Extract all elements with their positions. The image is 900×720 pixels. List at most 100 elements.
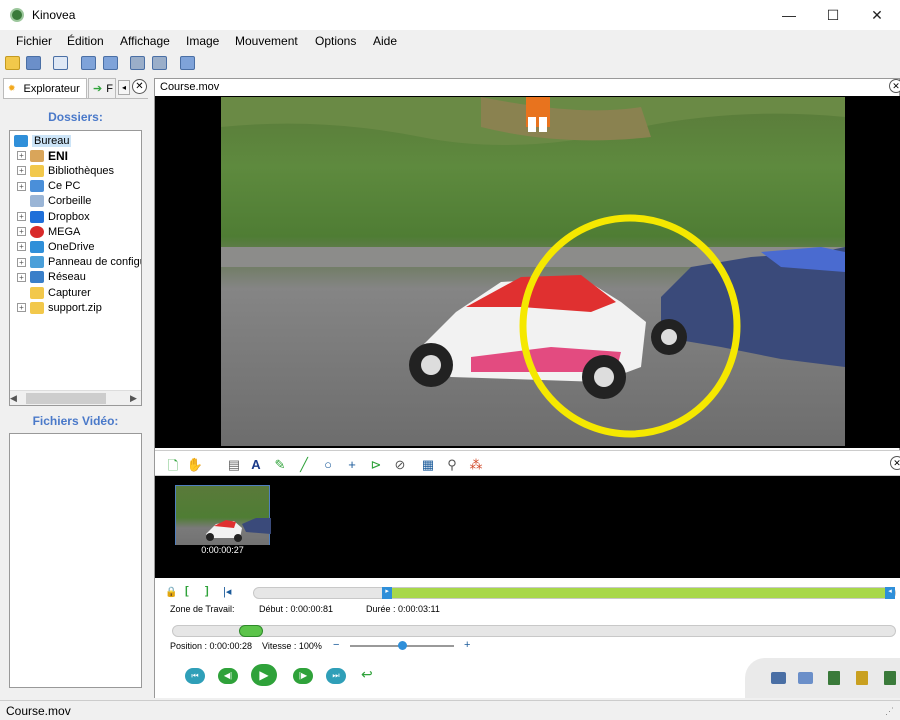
work-zone-track[interactable]: ▸ ◂: [253, 587, 896, 599]
expand-icon[interactable]: +: [17, 257, 26, 267]
tree-horizontal-scrollbar[interactable]: ◀ ▶: [10, 390, 141, 405]
layout-single-icon[interactable]: [53, 56, 68, 70]
position-label: Position : 0:00:00:28: [170, 641, 253, 651]
expand-icon[interactable]: +: [17, 212, 26, 221]
tab-explorateur[interactable]: ✹ Explorateur: [3, 78, 87, 98]
swap-screens-icon[interactable]: [180, 56, 195, 70]
save-video-icon[interactable]: [828, 671, 840, 685]
dual-capture-icon[interactable]: [152, 56, 167, 70]
resize-grip-icon[interactable]: ⋰: [885, 706, 894, 717]
angle-tool-icon[interactable]: ⊳: [367, 457, 385, 473]
tree-item[interactable]: + support.zip: [10, 300, 102, 315]
scroll-right-icon[interactable]: ▶: [130, 393, 140, 404]
line-tool-icon[interactable]: ╱: [295, 457, 313, 473]
expand-icon[interactable]: +: [17, 166, 26, 176]
expand-icon[interactable]: +: [17, 151, 26, 161]
play-icon[interactable]: ▶: [251, 664, 277, 686]
yellow-circle-annotation[interactable]: [519, 214, 741, 438]
layout-stacked-icon[interactable]: [103, 56, 118, 70]
tab-second-label: F: [106, 82, 113, 95]
scrollbar-thumb[interactable]: [26, 393, 106, 404]
expand-icon[interactable]: +: [17, 181, 26, 191]
tree-item[interactable]: + MEGA: [10, 224, 80, 239]
save-icon[interactable]: [26, 56, 41, 70]
export-video-icon[interactable]: [856, 671, 868, 685]
tree-item[interactable]: Bureau: [10, 133, 72, 148]
circle-tool-icon[interactable]: ○: [319, 457, 337, 472]
close-window-button[interactable]: ✕: [854, 0, 900, 30]
tree-item[interactable]: Capturer: [10, 285, 91, 300]
export-side-by-side-icon[interactable]: [884, 671, 896, 685]
comment-tool-icon[interactable]: ▤: [225, 457, 243, 473]
work-zone-end-handle[interactable]: ◂: [885, 587, 895, 599]
expand-icon[interactable]: +: [17, 242, 26, 252]
menu-fichier[interactable]: Fichier: [16, 34, 52, 48]
first-frame-icon[interactable]: ⏮: [185, 668, 205, 684]
menu-edition[interactable]: Édition: [67, 34, 104, 48]
zip-icon: [30, 301, 44, 314]
tree-item[interactable]: + Panneau de configu: [10, 255, 141, 270]
loop-icon[interactable]: ↩: [361, 666, 373, 683]
dropbox-icon: [30, 210, 44, 223]
close-panel-icon[interactable]: ✕: [132, 79, 147, 94]
position-track[interactable]: [172, 625, 896, 637]
expand-icon[interactable]: +: [17, 303, 26, 313]
next-frame-icon[interactable]: |▶: [293, 668, 313, 684]
expand-icon[interactable]: +: [17, 227, 26, 237]
tab-second[interactable]: ➔ F: [88, 78, 116, 98]
tab-scroll-left-icon[interactable]: ◂: [118, 80, 130, 95]
grid-tool-icon[interactable]: ▦: [419, 457, 437, 473]
close-video-icon[interactable]: ✕: [889, 79, 900, 93]
capture-screen-icon[interactable]: [130, 56, 145, 70]
minimize-button[interactable]: —: [766, 0, 812, 30]
maximize-button[interactable]: ☐: [810, 0, 856, 30]
tree-item[interactable]: + Réseau: [10, 270, 86, 285]
tree-item-label: Réseau: [48, 271, 86, 284]
tree-item[interactable]: + OneDrive: [10, 239, 94, 254]
tree-item[interactable]: + ENI: [10, 148, 68, 163]
scroll-left-icon[interactable]: ◀: [10, 393, 22, 404]
tree-item[interactable]: Corbeille: [10, 194, 91, 209]
speed-plus-button[interactable]: +: [464, 639, 470, 651]
menu-aide[interactable]: Aide: [373, 34, 397, 48]
set-start-icon[interactable]: [: [185, 585, 189, 597]
text-tool-icon[interactable]: A: [247, 457, 265, 472]
tree-item[interactable]: + Ce PC: [10, 179, 80, 194]
snapshot-icon[interactable]: [771, 672, 786, 684]
tree-item[interactable]: + Dropbox: [10, 209, 90, 224]
work-zone-start-handle[interactable]: ▸: [382, 587, 393, 599]
dossiers-title: Dossiers:: [48, 110, 103, 124]
set-end-icon[interactable]: ]: [205, 585, 209, 597]
tree-item-label: Corbeille: [48, 195, 92, 208]
hand-tool-icon[interactable]: ✋: [186, 457, 204, 473]
cross-marker-icon[interactable]: +: [343, 457, 361, 472]
close-drawtools-icon[interactable]: ✕: [890, 456, 900, 470]
speed-minus-button[interactable]: −: [333, 639, 339, 651]
tree-item-label: Bureau: [32, 134, 72, 147]
speed-handle[interactable]: [398, 641, 407, 650]
tree-item-label: MEGA: [48, 225, 81, 238]
menu-image[interactable]: Image: [186, 34, 219, 48]
video-frame[interactable]: [221, 97, 845, 446]
layout-double-icon[interactable]: [81, 56, 96, 70]
tree-item[interactable]: + Bibliothèques: [10, 163, 114, 178]
open-folder-icon[interactable]: [5, 56, 20, 70]
speed-slider[interactable]: [350, 641, 454, 650]
goto-start-icon[interactable]: |◂: [223, 585, 231, 598]
work-zone-range[interactable]: [382, 588, 895, 598]
color-profile-icon[interactable]: ⁂: [467, 457, 485, 473]
menu-mouvement[interactable]: Mouvement: [235, 34, 298, 48]
expand-icon[interactable]: +: [17, 272, 26, 282]
previous-frame-icon[interactable]: ◀|: [218, 668, 238, 684]
lock-icon[interactable]: 🔒: [165, 587, 177, 598]
magnifier-tool-icon[interactable]: ⚲: [443, 457, 461, 473]
multi-snapshot-icon[interactable]: [798, 672, 813, 684]
tree-item-label: Dropbox: [48, 210, 90, 223]
last-frame-icon[interactable]: ⏭: [326, 668, 346, 684]
menu-options[interactable]: Options: [315, 34, 356, 48]
chrono-tool-icon[interactable]: ⊘: [391, 457, 409, 473]
video-files-list[interactable]: [9, 433, 142, 688]
position-handle[interactable]: [239, 625, 264, 637]
pencil-tool-icon[interactable]: ✎: [271, 457, 289, 473]
menu-affichage[interactable]: Affichage: [120, 34, 170, 48]
